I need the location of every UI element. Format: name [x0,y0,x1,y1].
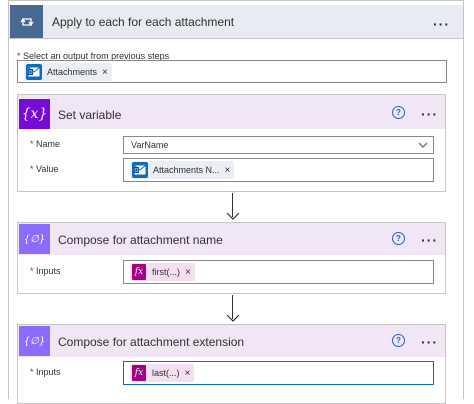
name-label-text: Name [36,139,61,149]
compose-extension-inputs-field[interactable]: fx last(...) × [123,361,434,385]
fx-icon: fx [132,365,146,381]
inputs-label-text: Inputs [36,266,61,276]
value-field[interactable]: O Attachments N... × [123,158,434,182]
last-expression-token[interactable]: fx last(...) × [130,364,195,382]
set-variable-title: Set variable [58,108,122,122]
compose-name-inputs-field[interactable]: fx first(...) × [123,260,434,284]
required-marker: * [30,139,34,149]
inputs-label-text: Inputs [36,367,61,377]
name-label: * Name [30,139,60,149]
help-icon[interactable]: ? [392,232,405,245]
required-marker: * [30,367,34,377]
compose-icon: {∅} [19,326,50,356]
loop-more-options-icon[interactable]: ··· [433,17,450,31]
outlook-icon: O [26,64,42,80]
attachments-name-token-label: Attachments N... [153,165,220,175]
inputs-label: * Inputs [30,367,61,377]
attachments-token-label: Attachments [47,67,98,77]
name-dropdown-value: VarName [131,140,169,150]
compose-name-title: Compose for attachment name [58,233,223,247]
fx-icon: fx [132,264,146,280]
last-expression-label: last(...) [152,368,180,378]
compose-extension-title: Compose for attachment extension [58,335,245,349]
attachments-token[interactable]: O Attachments × [24,63,112,81]
help-icon[interactable]: ? [392,334,405,347]
select-output-field[interactable]: O Attachments × [17,60,447,83]
remove-token-icon[interactable]: × [185,368,191,379]
loop-icon [10,5,43,38]
outlook-icon: O [132,162,148,178]
required-marker: * [30,266,34,276]
inputs-label: * Inputs [30,266,61,276]
remove-token-icon[interactable]: × [225,165,231,176]
value-label: * Value [30,164,58,174]
chevron-down-icon [418,141,428,152]
compose-name-more-options-icon[interactable]: ··· [421,233,438,247]
required-marker: * [30,164,34,174]
variable-icon: {x} [19,99,50,129]
first-expression-token[interactable]: fx first(...) × [130,263,195,281]
apply-to-each-title: Apply to each for each attachment [52,15,235,29]
name-dropdown[interactable]: VarName [123,136,434,154]
help-icon[interactable]: ? [392,106,405,119]
svg-text:O: O [29,70,33,76]
first-expression-label: first(...) [152,267,180,277]
attachments-name-token[interactable]: O Attachments N... × [130,161,235,179]
compose-extension-more-options-icon[interactable]: ··· [421,335,438,349]
set-variable-more-options-icon[interactable]: ··· [421,107,438,121]
remove-token-icon[interactable]: × [185,267,191,278]
compose-icon: {∅} [19,224,50,254]
svg-text:O: O [135,168,139,174]
value-label-text: Value [36,164,59,174]
remove-token-icon[interactable]: × [102,67,108,78]
